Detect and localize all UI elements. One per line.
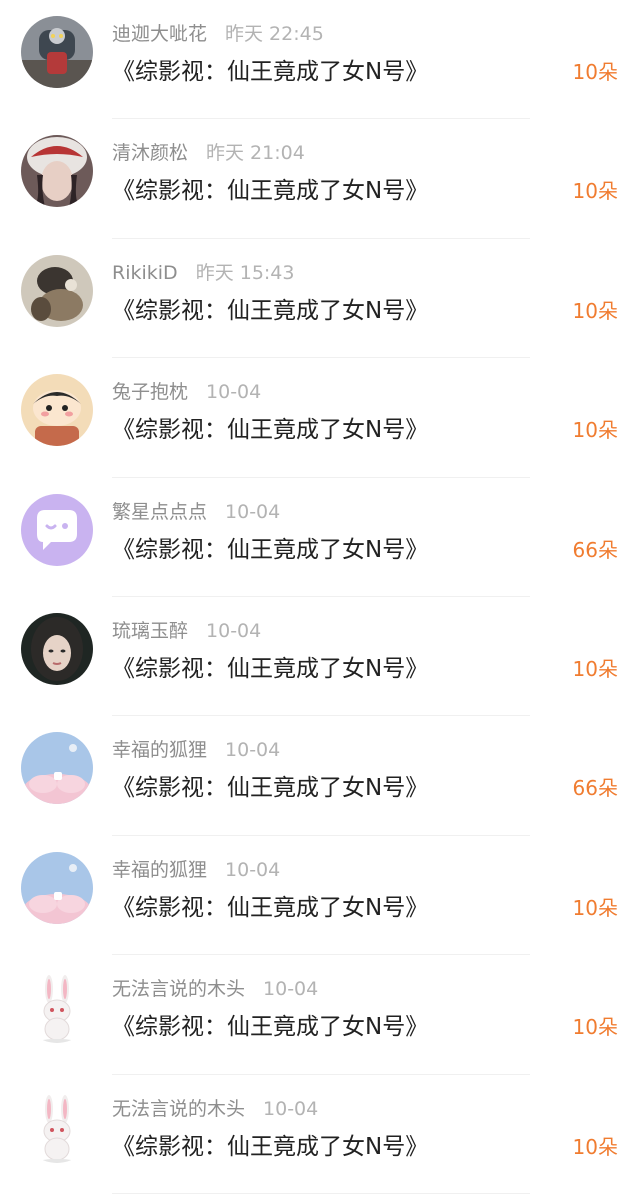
username-text[interactable]: 迪迦大呲花 [112,23,207,45]
photo-avatar-icon[interactable] [21,254,93,327]
username[interactable]: 幸福的狐狸 10-04 [112,858,280,882]
book-title[interactable]: 《综影视：仙王竟成了女N号》 [112,653,428,685]
book-title[interactable]: 《综影视：仙王竟成了女N号》 [112,295,428,327]
timestamp: 10-04 [225,500,281,523]
gift-count: 10朵 [572,895,618,920]
username-text[interactable]: 清沐颜松 [112,142,188,164]
list-item[interactable]: 无法言说的木头 10-04 《综影视：仙王竟成了女N号》 10朵 [0,1075,640,1194]
username-text[interactable]: 兔子抱枕 [112,381,188,403]
username[interactable]: 繁星点点点 10-04 [112,500,280,524]
list-item[interactable]: 繁星点点点 10-04 《综影视：仙王竟成了女N号》 66朵 [0,478,640,597]
book-title[interactable]: 《综影视：仙王竟成了女N号》 [112,56,428,88]
username[interactable]: 幸福的狐狸 10-04 [112,738,280,762]
book-title[interactable]: 《综影视：仙王竟成了女N号》 [112,1131,428,1163]
pink-cloud-avatar-icon[interactable] [21,851,93,924]
book-title[interactable]: 《综影视：仙王竟成了女N号》 [112,772,428,804]
timestamp: 10-04 [225,739,281,762]
username[interactable]: 兔子抱枕 10-04 [112,380,261,404]
default-chat-avatar-icon[interactable] [21,493,93,566]
gift-count: 10朵 [572,657,618,681]
list-item[interactable]: 幸福的狐狸 10-04 《综影视：仙王竟成了女N号》 10朵 [0,836,640,956]
username-text[interactable]: 琉璃玉醉 [112,620,188,642]
gift-count: 10朵 [572,418,618,443]
gift-count: 66朵 [572,776,618,801]
timestamp: 10-04 [263,978,319,1001]
gift-count: 10朵 [572,179,618,204]
book-title[interactable]: 《综影视：仙王竟成了女N号》 [112,1011,428,1043]
username-text[interactable]: 幸福的狐狸 [112,739,207,761]
list-item[interactable]: 迪迦大呲花 昨天 22:45 《综影视：仙王竟成了女N号》 10朵 [0,0,640,120]
woman-portrait-avatar-icon[interactable] [21,613,93,685]
timestamp: 10-04 [263,1097,319,1120]
book-title[interactable]: 《综影视：仙王竟成了女N号》 [112,175,428,207]
username[interactable]: 琉璃玉醉 10-04 [112,619,261,643]
cartoon-boy-avatar-icon[interactable] [21,374,93,447]
book-title[interactable]: 《综影视：仙王竟成了女N号》 [112,534,428,566]
timestamp: 10-04 [206,620,262,642]
timestamp: 昨天 15:43 [195,261,295,284]
username-text[interactable]: 无法言说的木头 [112,1098,245,1120]
girl-hat-avatar-icon[interactable] [21,135,93,208]
username[interactable]: 无法言说的木头 10-04 [112,977,318,1001]
username[interactable]: 清沐颜松 昨天 21:04 [112,141,305,165]
gift-count: 10朵 [572,60,618,84]
username[interactable]: 迪迦大呲花 昨天 22:45 [112,22,324,46]
username-text[interactable]: RikikiD [112,262,178,284]
username[interactable]: RikikiD 昨天 15:43 [112,261,294,285]
ultraman-avatar-icon[interactable] [21,16,93,88]
list-item[interactable]: 无法言说的木头 10-04 《综影视：仙王竟成了女N号》 10朵 [0,955,640,1075]
timestamp: 10-04 [225,858,281,881]
list-item[interactable]: 兔子抱枕 10-04 《综影视：仙王竟成了女N号》 10朵 [0,358,640,478]
pink-cloud-avatar-icon[interactable] [21,732,93,805]
white-rabbit-avatar-icon[interactable] [21,1090,93,1163]
white-rabbit-avatar-icon[interactable] [21,971,93,1044]
gift-record-list: 迪迦大呲花 昨天 22:45 《综影视：仙王竟成了女N号》 10朵 清沐颜松 昨天 … [0,0,640,1194]
gift-count: 10朵 [572,298,618,323]
list-item[interactable]: RikikiD 昨天 15:43 《综影视：仙王竟成了女N号》 10朵 [0,239,640,359]
gift-count: 10朵 [572,1015,618,1040]
list-item[interactable]: 清沐颜松 昨天 21:04 《综影视：仙王竟成了女N号》 10朵 [0,119,640,239]
list-item[interactable]: 琉璃玉醉 10-04 《综影视：仙王竟成了女N号》 10朵 [0,597,640,717]
timestamp: 10-04 [206,381,262,404]
username-text[interactable]: 幸福的狐狸 [112,859,207,881]
username-text[interactable]: 繁星点点点 [112,501,207,523]
timestamp: 昨天 22:45 [225,23,324,45]
timestamp: 昨天 21:04 [206,142,305,165]
book-title[interactable]: 《综影视：仙王竟成了女N号》 [112,892,428,924]
username[interactable]: 无法言说的木头 10-04 [112,1097,318,1121]
username-text[interactable]: 无法言说的木头 [112,978,245,1000]
gift-count: 10朵 [572,1134,618,1159]
book-title[interactable]: 《综影视：仙王竟成了女N号》 [112,414,428,446]
gift-count: 66朵 [572,537,618,562]
list-item[interactable]: 幸福的狐狸 10-04 《综影视：仙王竟成了女N号》 66朵 [0,716,640,836]
